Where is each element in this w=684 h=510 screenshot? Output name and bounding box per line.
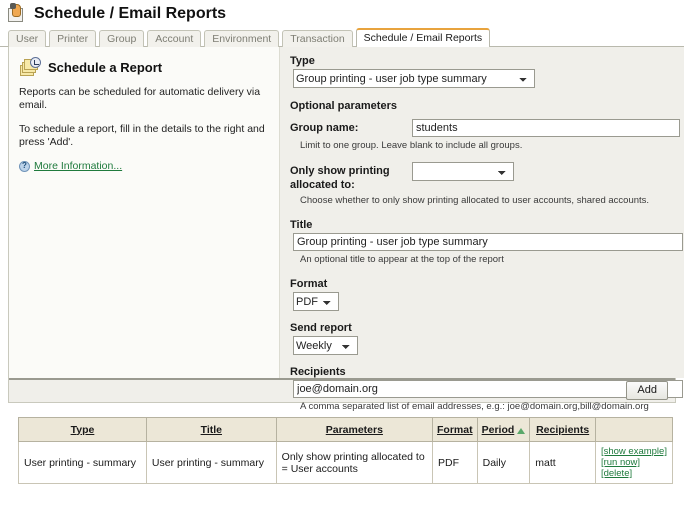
allocated-to-label: Only show printing allocated to: — [290, 162, 412, 192]
page-root: Schedule / Email Reports User Printer Gr… — [0, 0, 684, 510]
cell-period: Daily — [476, 441, 531, 484]
tab-user[interactable]: User — [8, 30, 47, 47]
allocated-to-row: Only show printing allocated to: — [290, 162, 683, 192]
allocated-to-select[interactable] — [412, 162, 514, 181]
column-header-recipients[interactable]: Recipients — [529, 417, 596, 442]
tab-transaction[interactable]: Transaction — [282, 30, 353, 47]
delete-link[interactable]: [delete] — [601, 468, 667, 479]
group-name-label: Group name: — [290, 122, 359, 134]
page-title: Schedule / Email Reports — [34, 5, 227, 22]
clipboard-hand-icon — [6, 3, 28, 25]
column-header-format[interactable]: Format — [432, 417, 478, 442]
column-header-type[interactable]: Type — [18, 417, 147, 442]
recipients-hint: A comma separated list of email addresse… — [300, 401, 649, 412]
tab-environment[interactable]: Environment — [204, 30, 280, 47]
tab-bar: User Printer Group Account Environment T… — [0, 28, 684, 47]
type-select[interactable]: Group printing - user job type summary — [293, 69, 535, 88]
tab-account[interactable]: Account — [147, 30, 202, 47]
column-header-actions — [594, 417, 674, 442]
section-title: Schedule a Report — [48, 59, 163, 75]
tab-group[interactable]: Group — [99, 30, 145, 47]
tab-printer[interactable]: Printer — [49, 30, 97, 47]
sort-ascending-icon — [517, 427, 526, 434]
form-column: Type Group printing - user job type summ… — [280, 47, 684, 412]
group-name-input[interactable] — [412, 119, 680, 137]
scheduled-reports-table: Type Title Parameters Format Period Reci… — [18, 417, 674, 484]
title-input[interactable] — [293, 233, 683, 251]
allocated-to-label-line1: Only show printing — [290, 165, 390, 177]
content-panel: Schedule a Report Reports can be schedul… — [8, 47, 684, 412]
group-name-row: Group name: — [290, 119, 683, 137]
cell-format: PDF — [432, 441, 478, 484]
scheduled-reports-table-wrapper: Type Title Parameters Format Period Reci… — [18, 417, 676, 484]
info-paragraph-2: To schedule a report, fill in the detail… — [19, 123, 265, 148]
send-report-select[interactable]: Weekly — [293, 336, 358, 355]
tab-schedule-email-reports[interactable]: Schedule / Email Reports — [355, 28, 491, 47]
section-header: Schedule a Report — [19, 57, 269, 77]
reports-clock-icon — [19, 57, 43, 77]
info-paragraph-1: Reports can be scheduled for automatic d… — [19, 86, 261, 111]
cell-recipients: matt — [529, 441, 596, 484]
info-column: Schedule a Report Reports can be schedul… — [9, 47, 280, 378]
title-label: Title — [290, 219, 313, 231]
column-header-title[interactable]: Title — [145, 417, 277, 442]
send-report-label: Send report — [290, 322, 352, 334]
more-information-link[interactable]: More Information... — [34, 160, 122, 172]
table-header-row: Type Title Parameters Format Period Reci… — [18, 417, 674, 442]
info-question-icon — [19, 160, 30, 172]
run-now-link[interactable]: [run now] — [601, 457, 667, 468]
format-select[interactable]: PDF — [293, 292, 339, 311]
type-label: Type — [290, 55, 315, 67]
column-header-parameters[interactable]: Parameters — [275, 417, 434, 442]
allocated-to-label-line2: allocated to: — [290, 179, 355, 191]
cell-parameters: Only show printing allocated to = User a… — [275, 441, 434, 484]
more-information-row: More Information... — [19, 160, 269, 172]
cell-actions: [show example] [run now] [delete] — [594, 441, 674, 484]
cell-title: User printing - summary — [145, 441, 277, 484]
group-name-hint: Limit to one group. Leave blank to inclu… — [300, 140, 523, 151]
add-button[interactable]: Add — [626, 381, 668, 400]
cell-type: User printing - summary — [18, 441, 147, 484]
format-label: Format — [290, 278, 328, 290]
title-hint: An optional title to appear at the top o… — [300, 254, 504, 265]
optional-parameters-label: Optional parameters — [290, 100, 397, 112]
column-header-period[interactable]: Period — [476, 417, 531, 442]
page-header: Schedule / Email Reports — [0, 0, 684, 26]
show-example-link[interactable]: [show example] — [601, 446, 667, 457]
table-row: User printing - summary User printing - … — [18, 441, 674, 484]
recipients-input[interactable] — [293, 380, 683, 398]
allocated-to-hint: Choose whether to only show printing all… — [300, 195, 650, 206]
recipients-label: Recipients — [290, 366, 346, 378]
